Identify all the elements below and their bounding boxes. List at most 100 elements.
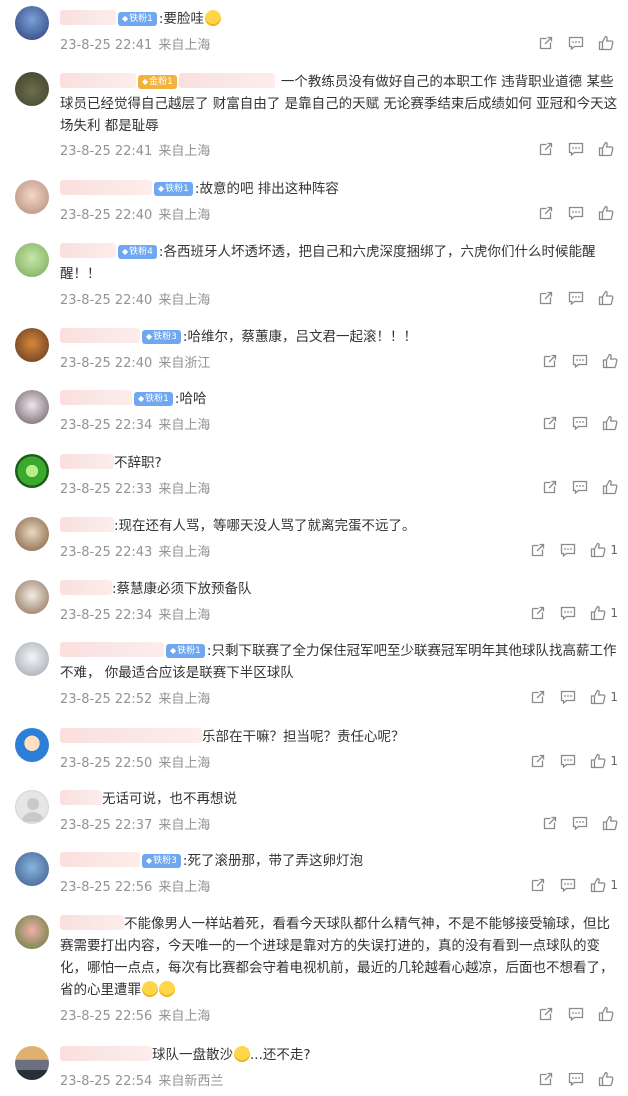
avatar[interactable] — [15, 517, 49, 551]
comment-button[interactable] — [560, 877, 576, 893]
like-button[interactable]: 1 — [590, 689, 618, 705]
like-button[interactable] — [598, 290, 618, 306]
avatar[interactable] — [15, 642, 49, 676]
avatar[interactable] — [15, 790, 49, 824]
share-button[interactable] — [542, 415, 558, 431]
share-icon — [532, 690, 545, 704]
username-blurred[interactable] — [60, 790, 102, 805]
share-button[interactable] — [538, 290, 554, 306]
comment-time: 23-8-25 22:33 — [60, 482, 153, 497]
username-blurred[interactable] — [60, 580, 112, 595]
comment-text: ◆铁粉4:各西班牙人坏透坏透，把自己和六虎深度捆绑了，六虎你们什么时候能醒醒！！ — [60, 243, 596, 282]
comment-button[interactable] — [568, 290, 584, 306]
like-icon — [598, 1006, 614, 1022]
comment-meta: 23-8-25 22:52 来自上海 — [60, 688, 210, 707]
like-count: 1 — [610, 543, 618, 557]
share-button[interactable] — [538, 205, 554, 221]
comment-actions: 1 — [516, 752, 618, 770]
avatar[interactable] — [15, 1046, 49, 1080]
username-blurred[interactable] — [178, 73, 275, 88]
comment-button[interactable] — [560, 542, 576, 558]
share-button[interactable] — [530, 753, 546, 769]
avatar[interactable] — [15, 6, 49, 40]
comment-meta: 23-8-25 22:50 来自上海 — [60, 752, 210, 771]
comment-icon — [572, 416, 588, 431]
username-blurred[interactable] — [60, 517, 114, 532]
avatar[interactable] — [15, 328, 49, 362]
comment-button[interactable] — [560, 753, 576, 769]
comment-button[interactable] — [568, 1006, 584, 1022]
username-blurred[interactable] — [60, 642, 164, 657]
comment-button[interactable] — [572, 479, 588, 495]
share-icon — [539, 36, 553, 50]
username-blurred[interactable] — [60, 73, 136, 88]
comment-button[interactable] — [568, 205, 584, 221]
username-blurred[interactable] — [60, 1046, 152, 1061]
like-button[interactable] — [602, 415, 618, 431]
avatar[interactable] — [15, 390, 49, 424]
like-button[interactable] — [598, 141, 618, 157]
avatar[interactable] — [15, 454, 49, 488]
like-button[interactable] — [598, 205, 618, 221]
comment-text: ◆铁粉1:要脸哇 — [60, 8, 620, 30]
comment-text: ◆铁粉3:哈维尔，蔡蕙康，吕文君一起滚！！！ — [60, 326, 620, 348]
comment-text: 不能像男人一样站着死，看看今天球队都什么精气神，不是不能够接受输球，但比赛需要打… — [60, 915, 614, 998]
username-blurred[interactable] — [60, 454, 114, 469]
avatar[interactable] — [15, 852, 49, 886]
username-blurred[interactable] — [60, 10, 116, 25]
comment-icon — [568, 291, 584, 306]
share-button[interactable] — [538, 141, 554, 157]
like-button[interactable] — [598, 1071, 618, 1087]
avatar[interactable] — [15, 728, 49, 762]
username-blurred[interactable] — [60, 390, 132, 405]
username-blurred[interactable] — [60, 328, 140, 343]
share-button[interactable] — [530, 605, 546, 621]
comment-time: 23-8-25 22:41 — [60, 38, 153, 53]
avatar[interactable] — [15, 243, 49, 277]
comment-time: 23-8-25 22:40 — [60, 293, 153, 308]
comment-button[interactable] — [568, 1071, 584, 1087]
like-button[interactable] — [598, 1006, 618, 1022]
like-button[interactable]: 1 — [590, 542, 618, 558]
like-button[interactable]: 1 — [590, 877, 618, 893]
avatar[interactable] — [15, 580, 49, 614]
username-blurred[interactable] — [60, 852, 140, 867]
comment-icon — [568, 1072, 584, 1087]
comment-button[interactable] — [568, 35, 584, 51]
like-button[interactable] — [598, 35, 618, 51]
username-blurred[interactable] — [60, 243, 116, 258]
username-blurred[interactable] — [60, 180, 152, 195]
share-button[interactable] — [542, 815, 558, 831]
like-button[interactable] — [602, 353, 618, 369]
like-button[interactable] — [602, 479, 618, 495]
like-icon — [598, 141, 614, 157]
share-button[interactable] — [542, 353, 558, 369]
share-button[interactable] — [530, 542, 546, 558]
share-button[interactable] — [530, 877, 546, 893]
share-button[interactable] — [538, 1071, 554, 1087]
comment-button[interactable] — [568, 141, 584, 157]
comment-location: 来自上海 — [158, 692, 211, 707]
avatar[interactable] — [15, 915, 49, 949]
comment-button[interactable] — [572, 353, 588, 369]
like-button[interactable]: 1 — [590, 753, 618, 769]
comment-button[interactable] — [572, 415, 588, 431]
comment-button[interactable] — [560, 605, 576, 621]
username-blurred[interactable] — [60, 915, 124, 930]
comment-text: ◆铁粉1:哈哈 — [60, 388, 620, 410]
username-blurred[interactable] — [60, 728, 202, 743]
share-button[interactable] — [538, 1006, 554, 1022]
comment-actions — [524, 34, 618, 52]
comment-time: 23-8-25 22:56 — [60, 1009, 153, 1024]
like-button[interactable]: 1 — [590, 605, 618, 621]
comment-button[interactable] — [560, 689, 576, 705]
comment-button[interactable] — [572, 815, 588, 831]
share-button[interactable] — [530, 689, 546, 705]
avatar[interactable] — [15, 180, 49, 214]
like-button[interactable] — [602, 815, 618, 831]
share-button[interactable] — [542, 479, 558, 495]
share-icon — [532, 606, 545, 620]
share-button[interactable] — [538, 35, 554, 51]
avatar[interactable] — [15, 72, 49, 106]
comment-icon — [568, 206, 584, 221]
